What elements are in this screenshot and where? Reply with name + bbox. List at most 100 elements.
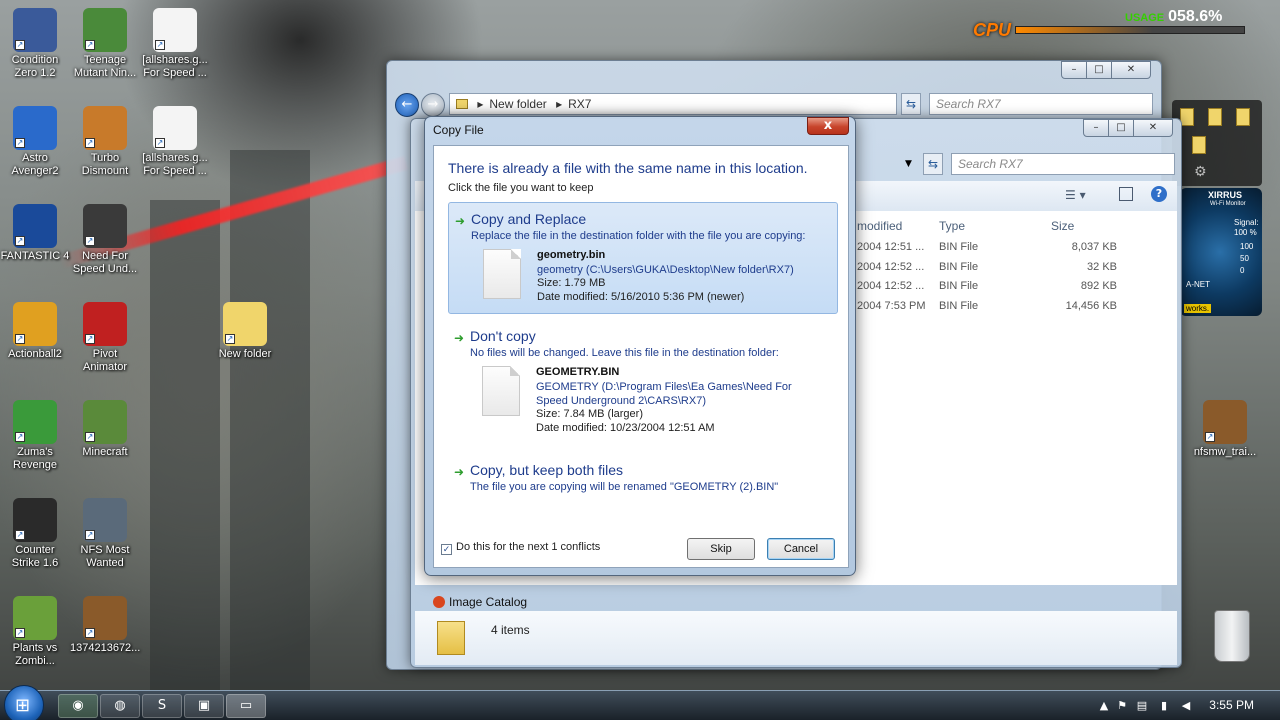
breadcrumb-rx7[interactable]: RX7 [568,97,591,111]
shortcut-icon: ↗ [83,8,127,52]
address-bar[interactable]: ▸ New folder ▸ RX7 [449,93,897,115]
desktop-icon-label: Zuma's Revenge [12,446,58,471]
file-size-cell[interactable]: 14,456 KB [1051,300,1117,312]
maximize-button[interactable]: □ [1086,61,1112,79]
checkbox[interactable]: ✓ [441,544,452,555]
file-type-cell[interactable]: BIN File [939,241,978,253]
file-size-cell[interactable]: 32 KB [1051,261,1117,273]
dont-copy-option[interactable]: ➜ Don't copy No files will be changed. L… [448,320,838,438]
green-arrow-icon: ➜ [454,465,465,479]
explorer-icon[interactable]: ▭ [226,694,266,718]
file-date-cell[interactable]: 2004 12:52 ... [857,261,924,273]
desktop-icon[interactable]: ↗ Pivot Animator [70,302,140,374]
desktop-icon[interactable]: ↗ Actionball2 [0,302,70,361]
dialog-close-button[interactable]: x [807,117,849,135]
cpu-usage-bar [1015,26,1245,34]
copy-and-replace-option[interactable]: ➜ Copy and Replace Replace the file in t… [448,202,838,314]
desktop-icon[interactable]: ↗ NFS Most Wanted [70,498,140,570]
back-nav-button[interactable]: ← [395,93,419,117]
start-button[interactable]: ⊞ [4,685,44,720]
desktop-icon-label: Teenage Mutant Nin... [73,54,137,79]
folder-icon[interactable] [1208,108,1222,126]
desktop-icon[interactable]: ↗ Plants vs Zombi... [0,596,70,668]
desktop-icon[interactable]: ↗ Turbo Dismount [70,106,140,178]
file-type-cell[interactable]: BIN File [939,300,978,312]
show-hidden-icons-icon[interactable]: ▲ [1098,700,1110,712]
desktop-icon[interactable]: ↗ Teenage Mutant Nin... [70,8,140,80]
network-icon[interactable]: ▮ [1158,700,1170,712]
desktop-icon[interactable]: ↗ 1374213672... [70,596,140,655]
recycle-bin-icon[interactable] [1214,610,1250,662]
column-header-size[interactable]: Size [1051,219,1074,233]
close-button[interactable]: ✕ [1111,61,1151,79]
desktop-icon-label: Plants vs Zombi... [12,642,58,667]
apply-to-all-checkbox[interactable]: ✓ Do this for the next 1 conflicts [441,541,600,555]
desktop-icon[interactable]: ↗ Astro Avenger2 [0,106,70,178]
wifi-monitor-brand: XIRRUS [1208,190,1243,200]
folder-icon[interactable] [1180,108,1194,126]
folder-icon[interactable] [1192,136,1206,154]
desktop-icon-label: FANTASTIC 4 [0,250,70,262]
column-header-date[interactable]: modified [857,219,902,233]
file-size-cell[interactable]: 8,037 KB [1051,241,1117,253]
forward-nav-button[interactable]: → [421,93,445,117]
file-path: GEOMETRY (D:\Program Files\Ea Games\Need… [536,381,792,407]
desktop-icon[interactable]: ↗ Minecraft [70,400,140,459]
folder-icon[interactable] [1236,108,1250,126]
view-options-icon[interactable]: ☰ ▾ [1065,188,1086,202]
column-header-type[interactable]: Type [939,219,965,233]
firefox-icon[interactable]: ◍ [100,694,140,718]
shortcut-icon: ↗ [83,596,127,640]
desktop-icon[interactable]: ↗ Zuma's Revenge [0,400,70,472]
desktop-icon[interactable]: ↗ [allshares.g... For Speed ... [140,8,210,80]
file-type-cell[interactable]: BIN File [939,261,978,273]
shortcut-arrow-icon: ↗ [85,138,95,148]
skip-button[interactable]: Skip [687,538,755,560]
address-dropdown[interactable]: ▼ [905,153,919,175]
desktop-icon[interactable]: ↗ FANTASTIC 4 [0,204,70,263]
cpu-label: CPU [973,20,1012,40]
shortcut-icon: ↗ [1203,400,1247,444]
desktop-icon[interactable]: ↗ Condition Zero 1.2 [0,8,70,80]
file-date-cell[interactable]: 2004 12:51 ... [857,241,924,253]
maximize-button[interactable]: □ [1108,119,1134,137]
minimize-button[interactable]: – [1083,119,1109,137]
close-button[interactable]: ✕ [1133,119,1173,137]
conflict-instruction: Click the file you want to keep [448,182,594,194]
file-date-cell[interactable]: 2004 12:52 ... [857,280,924,292]
file-type-cell[interactable]: BIN File [939,280,978,292]
cancel-button[interactable]: Cancel [767,538,835,560]
volume-icon[interactable]: ◀ [1180,700,1192,712]
shortcut-icon: ↗ [13,498,57,542]
desktop-icon[interactable]: ↗ nfsmw_trai... [1190,400,1260,459]
app-icon[interactable]: ▣ [184,694,224,718]
preview-pane-icon[interactable] [1119,187,1133,201]
desktop-icon-label: [allshares.g... For Speed ... [142,152,208,177]
chrome-icon[interactable]: ◉ [58,694,98,718]
windows-logo-icon: ⊞ [15,695,31,716]
desktop-icon[interactable]: ↗ [allshares.g... For Speed ... [140,106,210,178]
desktop-icon[interactable]: ↗ Counter Strike 1.6 [0,498,70,570]
display-icon[interactable]: ▤ [1136,700,1148,712]
green-arrow-icon: ➜ [454,331,465,345]
shortcut-arrow-icon: ↗ [155,40,165,50]
desktop-icon[interactable]: ↗ Need For Speed Und... [70,204,140,276]
navigation-pane-item[interactable]: Image Catalog [433,595,527,609]
search-input[interactable]: Search RX7 [929,93,1153,115]
breadcrumb-new-folder[interactable]: New folder [489,97,546,111]
refresh-button[interactable]: ⇆ [901,93,921,115]
action-center-icon[interactable]: ⚑ [1116,700,1128,712]
refresh-button[interactable]: ⇆ [923,153,943,175]
file-date-cell[interactable]: 2004 7:53 PM [857,300,926,312]
signal-scale-100: 100 [1240,242,1254,251]
keep-both-option[interactable]: ➜ Copy, but keep both files The file you… [448,454,838,502]
minimize-button[interactable]: – [1061,61,1087,79]
search-input[interactable]: Search RX7 [951,153,1175,175]
file-size-cell[interactable]: 892 KB [1051,280,1117,292]
clock[interactable]: 3:55 PM [1209,698,1254,712]
desktop-icon-label: Astro Avenger2 [11,152,59,177]
desktop-icon[interactable]: ↗ New folder [210,302,280,361]
skype-icon[interactable]: S [142,694,182,718]
help-icon[interactable]: ? [1151,186,1167,202]
gear-icon[interactable]: ⚙ [1194,164,1207,180]
